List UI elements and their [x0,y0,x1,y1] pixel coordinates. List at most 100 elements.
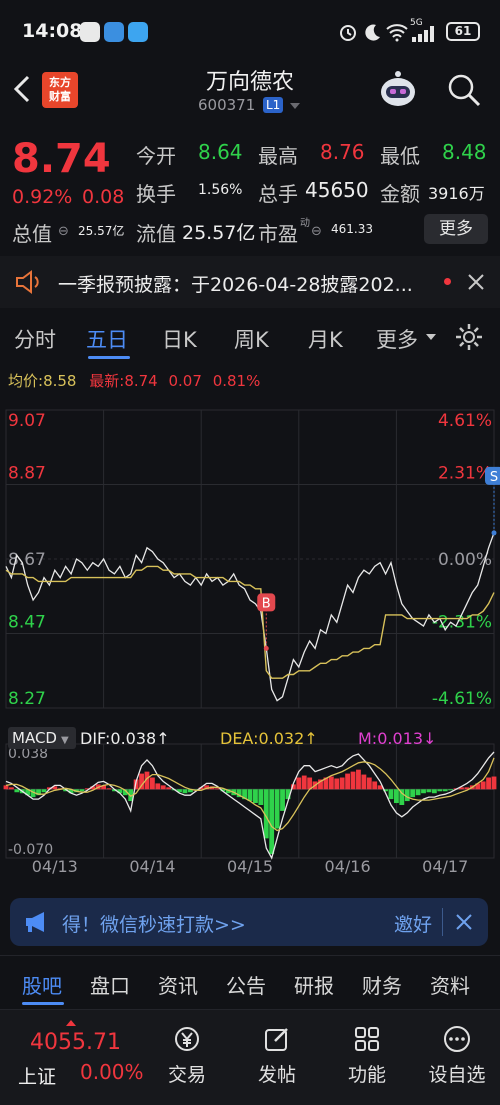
y-tick-label: 8.47 [8,613,46,633]
tab-monthly-k[interactable]: 月K [308,324,343,354]
promo-close-icon[interactable] [454,912,474,932]
pe-label: 市盈 [258,222,298,246]
unread-dot [444,278,451,285]
y-tick-label: 8.87 [8,464,46,484]
float-value: 25.57亿 [182,222,256,244]
five-day-chart[interactable]: 均价:8.58 最新:8.74 0.07 0.81% 9.07 4.61% 8.87… [0,362,500,892]
more-chevron-icon[interactable] [426,334,436,342]
tab-research[interactable]: 研报 [294,970,334,999]
macd-hist-bar [437,789,443,792]
info-tabs: 股吧 盘口 资讯 公告 研报 财务 资料 [0,955,500,1009]
macd-hist-bar [253,789,258,804]
macd-hist-bar [372,781,378,790]
battery-icon: 61 [446,22,480,41]
close-icon[interactable] [466,272,486,292]
search-icon[interactable] [446,72,482,108]
grid-icon [355,1027,379,1051]
robot-assistant-icon[interactable] [376,68,420,112]
macd-dif-line [5,751,495,860]
low-label: 最低 [380,144,420,168]
macd-hist-bar [14,789,20,793]
notice-text: 一季报预披露：于2026-04-28披露202... [58,274,413,296]
tab-more[interactable]: 更多 [376,324,418,354]
post-button[interactable]: 发帖 [242,1024,312,1087]
alarm-icon [340,25,356,41]
promo-bar[interactable]: 得！微信秒速打款>> 邀好 [10,898,488,946]
macd-hist-bar [393,789,399,804]
y-tick-pct-label: 2.31% [438,464,492,484]
macd-hist-bar [79,789,85,792]
macd-hist-bar [280,789,285,811]
promo-divider [442,908,443,936]
macd-hist-bar [301,775,307,790]
x-tick-label: 04/14 [129,857,175,876]
stock-code: 600371 [198,96,256,114]
tab-financials[interactable]: 财务 [362,970,402,999]
x-tick-label: 04/17 [422,857,468,876]
marker-label-S: S [490,470,498,485]
tab-forum[interactable]: 股吧 [22,970,62,999]
amount-value: 3916万 [428,184,485,203]
active-tab-underline [88,356,130,359]
macd-hist-bar [415,789,421,796]
macd-m: M:0.013↓ [358,729,437,748]
forum-tab-underline [22,1002,64,1005]
functions-button[interactable]: 功能 [332,1024,402,1087]
low-value: 8.48 [442,140,487,164]
index-ticker[interactable]: 4055.71 上证 0.00% [0,1010,150,1105]
pe-sup: 动 [300,218,310,229]
macd-hist-bar [339,777,345,790]
macd-hist-bar [155,783,161,790]
tab-order-book[interactable]: 盘口 [90,970,130,999]
gear-icon[interactable] [454,322,484,352]
more-quote-button[interactable]: 更多 [424,214,488,244]
macd-hist-bar [149,777,155,790]
tab-news[interactable]: 资讯 [158,970,198,999]
macd-hist-bar [426,789,432,793]
price-line [5,532,495,702]
chevron-down-icon[interactable] [289,102,301,110]
status-time: 14:08 [22,20,83,42]
y-tick-pct-label: -4.61% [432,689,492,709]
avg-price-line [5,565,495,679]
macd-hist-bar [361,774,367,790]
tab-five-day[interactable]: 五日 [86,324,128,354]
level-badge[interactable]: L1 [263,97,284,113]
x-tick-label: 04/15 [227,857,273,876]
add-watchlist-button[interactable]: 设自选 [422,1024,492,1087]
macd-hist-bar [366,777,372,790]
indicator-selector[interactable]: MACD ▼ [8,727,76,749]
promo-action[interactable]: 邀好 [394,910,432,937]
macd-dea: DEA:0.032↑ [220,729,318,748]
macd-hist-bar [269,789,275,855]
change-value: 0.08 [82,186,125,208]
y-tick-pct-label: -2.31% [432,613,492,633]
tab-announcements[interactable]: 公告 [226,970,266,999]
x-tick-label: 04/13 [32,857,78,876]
y-tick-label: 8.27 [8,689,46,709]
volume-label: 总手 [258,182,298,206]
tab-profile[interactable]: 资料 [430,970,470,999]
macd-hist-bar [356,769,361,790]
marker-dot-B [263,645,269,651]
macd-hist-bar [41,789,47,793]
pe-info-icon[interactable]: ⊖ [311,224,322,239]
macd-hist-bar [328,776,334,790]
tab-daily-k[interactable]: 日K [162,324,197,354]
weather-notification-icon [104,22,124,42]
tab-weekly-k[interactable]: 周K [234,324,269,354]
info-icon[interactable]: ⊖ [58,224,69,239]
do-not-disturb-icon [365,24,380,41]
trade-button[interactable]: 交易 [152,1024,222,1087]
current-price: 8.74 [12,136,111,182]
macd-hist-bar [345,773,351,790]
macd-hist-bar [491,776,497,790]
app-notification-icon [80,22,100,42]
macd-hist-bar [258,789,264,805]
tab-intraday[interactable]: 分时 [14,324,56,354]
more-dots-icon [444,1026,470,1052]
macd-hist-bar [3,785,9,790]
notice-bar[interactable]: 一季报预披露：于2026-04-28披露202... [0,256,500,308]
wifi-icon [386,24,408,42]
macd-hist-bar [296,777,302,790]
